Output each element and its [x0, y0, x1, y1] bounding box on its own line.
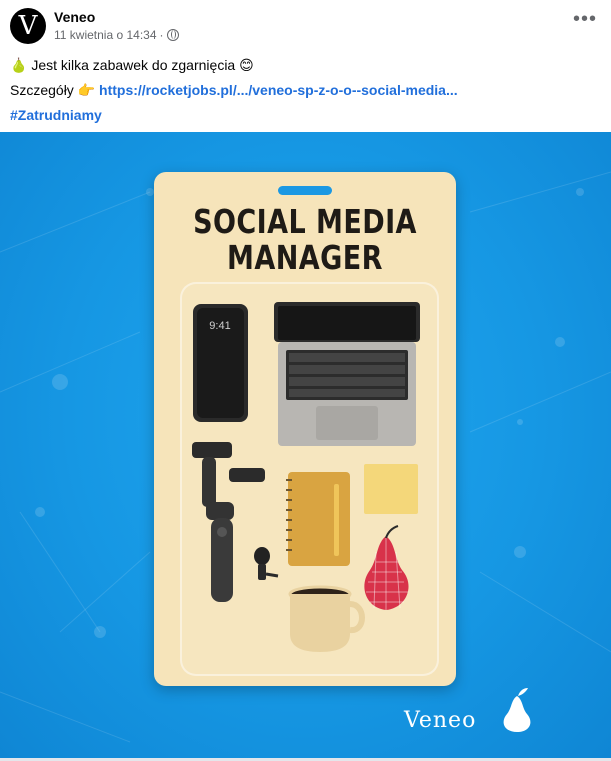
post-text-line-1: 🍐 Jest kilka zabawek do zgarnięcia 😊: [10, 57, 254, 74]
laptop-icon: [274, 302, 420, 446]
post-timestamp[interactable]: 11 kwietnia o 14:34: [54, 28, 157, 42]
smile-emoji: 😊: [239, 57, 254, 73]
author-name[interactable]: Veneo: [54, 9, 95, 25]
pear-decoration-icon: [364, 525, 409, 610]
pear-emoji: 🍐: [10, 57, 28, 73]
meta-separator: ·: [159, 28, 164, 42]
gimbal-icon: [192, 442, 265, 602]
notebook-icon: [286, 472, 350, 566]
sticky-note-icon: [364, 464, 418, 514]
globe-icon: [166, 29, 179, 41]
coffee-mug-icon: [288, 585, 365, 652]
microphone-icon: [254, 547, 279, 580]
post-meta: 11 kwietnia o 14:34 ·: [54, 28, 179, 42]
post-image[interactable]: SOCIAL MEDIA MANAGER 9:41 Veneo: [0, 132, 611, 758]
smartphone-icon: 9:41: [193, 304, 248, 422]
details-label: Szczegóły: [10, 82, 74, 98]
gadgets-illustration: 9:41: [192, 302, 420, 652]
post-text-content: Jest kilka zabawek do zgarnięcia: [31, 57, 236, 73]
more-options-button[interactable]: •••: [573, 9, 597, 29]
pointing-hand-emoji: 👉: [77, 82, 96, 98]
post-header: V Veneo 11 kwietnia o 14:34 · •••: [0, 0, 611, 48]
pear-logo-icon: [503, 688, 531, 732]
phone-time: 9:41: [209, 320, 230, 332]
brand-wordmark: Veneo: [404, 708, 477, 733]
hashtag-link[interactable]: #Zatrudniamy: [10, 107, 102, 123]
avatar[interactable]: V: [10, 8, 46, 44]
post-text-line-2: Szczegóły 👉 https://rocketjobs.pl/.../ve…: [10, 82, 458, 99]
post-text-line-3: #Zatrudniamy: [10, 107, 102, 123]
product-card: SOCIAL MEDIA MANAGER 9:41: [154, 172, 456, 686]
job-link[interactable]: https://rocketjobs.pl/.../veneo-sp-z-o-o…: [99, 82, 458, 98]
